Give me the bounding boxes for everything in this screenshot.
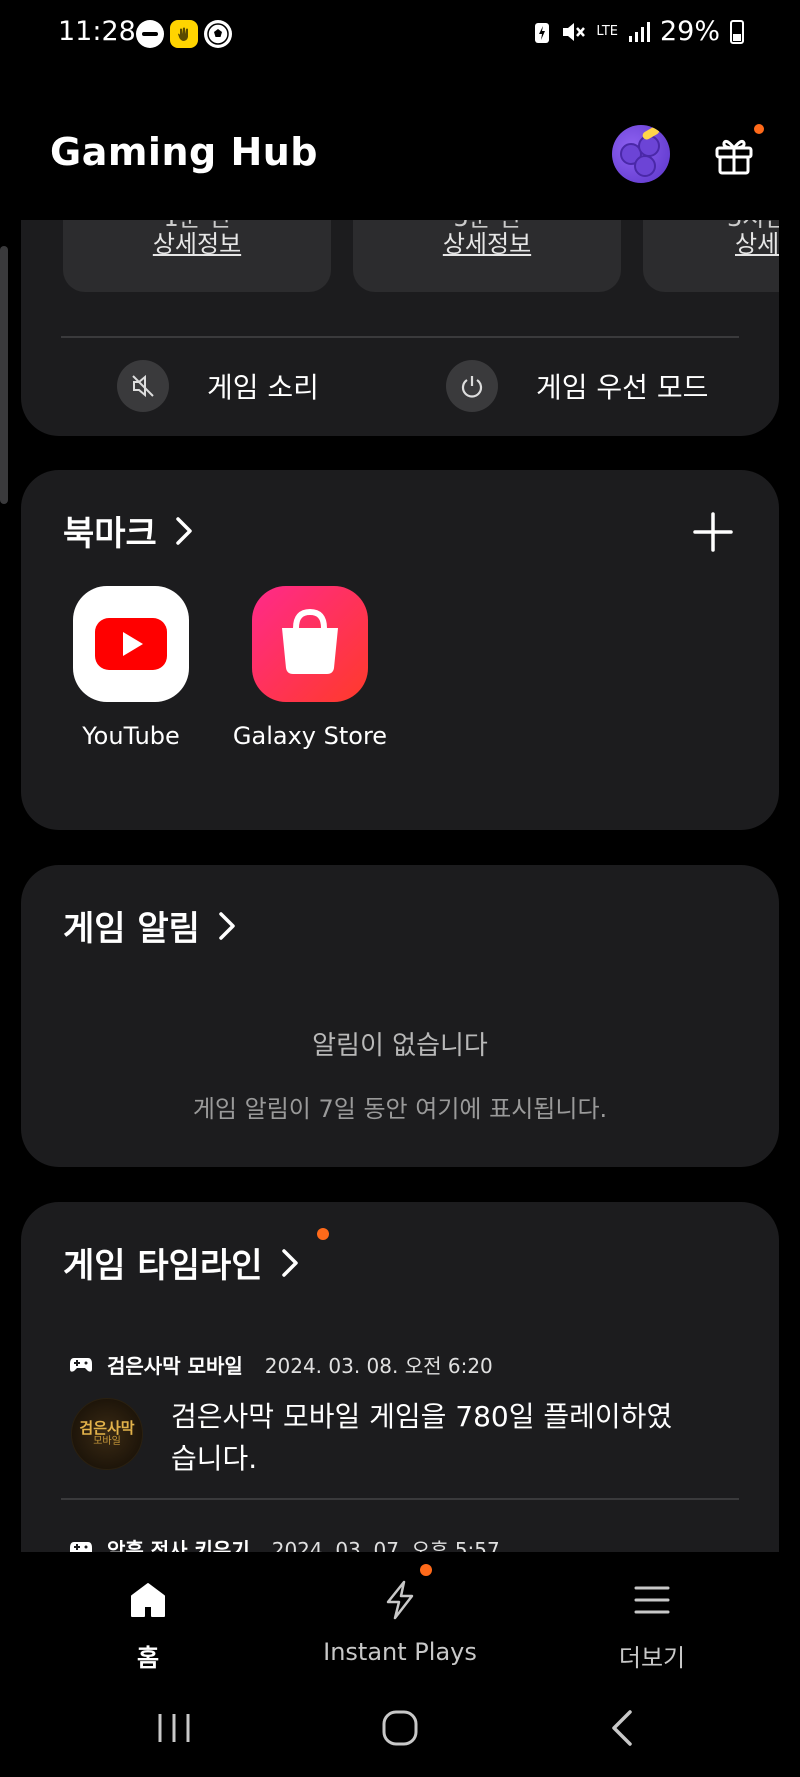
home-icon — [131, 1583, 165, 1617]
nav-instant-plays[interactable]: Instant Plays — [280, 1580, 520, 1666]
recent-apps-icon[interactable] — [152, 1708, 196, 1748]
battery-icon — [730, 19, 744, 44]
chevron-right-icon — [176, 516, 192, 545]
game-notifications-card: 게임 알림 알림이 없습니다 게임 알림이 7일 동안 여기에 표시됩니다. — [21, 865, 779, 1167]
soccer-ball-icon — [204, 20, 232, 48]
recent-game-tile[interactable]: 5분 전 상세정보 — [353, 220, 621, 292]
lte-icon: LTE — [596, 23, 618, 39]
home-button-icon[interactable] — [378, 1708, 422, 1748]
status-notification-icons — [136, 20, 232, 48]
back-icon[interactable] — [602, 1708, 646, 1748]
gamepad-icon — [70, 1357, 92, 1372]
details-link[interactable]: 상세정보 — [63, 224, 331, 259]
signal-icon — [628, 21, 650, 42]
game-sound-toggle[interactable]: 게임 소리 — [117, 360, 319, 412]
recent-game-tile[interactable]: 3시간 상세정 — [643, 220, 779, 292]
divider — [61, 336, 739, 338]
avatar[interactable] — [612, 125, 670, 183]
chevron-right-icon — [219, 911, 235, 940]
bookmark-youtube[interactable]: YouTube — [51, 586, 211, 750]
youtube-icon — [73, 586, 189, 702]
empty-state-title: 알림이 없습니다 — [312, 1031, 488, 1061]
nav-home[interactable]: 홈 — [28, 1580, 268, 1673]
battery-percent: 29% — [659, 16, 720, 47]
galaxy-store-icon — [252, 586, 368, 702]
notifications-title: 게임 알림 — [63, 909, 200, 949]
bookmarks-header[interactable]: 북마크 — [63, 506, 193, 555]
battery-saver-icon — [535, 22, 550, 43]
timeline-notification-dot — [317, 1228, 329, 1240]
bottom-navigation: 홈 Instant Plays 더보기 — [0, 1552, 800, 1672]
status-system-icons: LTE 29% — [534, 16, 744, 47]
app-title: Gaming Hub — [50, 130, 318, 174]
timeline-item-header: 검은사막 모바일 2024. 03. 08. 오전 6:20 — [69, 1350, 493, 1379]
chevron-right-icon — [281, 1248, 298, 1277]
nav-more[interactable]: 더보기 — [532, 1580, 772, 1673]
details-link[interactable]: 상세정 — [735, 224, 779, 259]
game-sound-label: 게임 소리 — [207, 371, 319, 404]
thumbnail-title: 검은사막 — [79, 1419, 135, 1437]
system-navigation-bar — [0, 1680, 800, 1777]
recent-games-card: 1분 전 상세정보 5분 전 상세정보 3시간 상세정 게임 소리 게임 우선 … — [21, 220, 779, 436]
add-bookmark-icon[interactable] — [691, 510, 735, 554]
hand-icon — [170, 20, 198, 48]
app-header: Gaming Hub — [0, 100, 800, 220]
game-timeline-card: 게임 타임라인 검은사막 모바일 2024. 03. 08. 오전 6:20 검… — [21, 1202, 779, 1562]
timeline-game-name: 검은사막 모바일 — [107, 1354, 243, 1378]
thumbnail-subtitle: 모바일 — [93, 1436, 121, 1447]
mute-icon — [563, 22, 586, 41]
timeline-title: 게임 타임라인 — [63, 1246, 263, 1286]
empty-state-subtitle: 게임 알림이 7일 동안 여기에 표시됩니다. — [192, 1095, 608, 1123]
notifications-header[interactable]: 게임 알림 — [63, 901, 236, 950]
timeline-header[interactable]: 게임 타임라인 — [63, 1238, 299, 1287]
app-name: YouTube — [82, 722, 180, 750]
recent-game-tile[interactable]: 1분 전 상세정보 — [63, 220, 331, 292]
edge-panel-handle[interactable] — [0, 246, 8, 504]
details-link[interactable]: 상세정보 — [353, 224, 621, 259]
status-time: 11:28 — [58, 16, 136, 47]
game-priority-toggle[interactable]: 게임 우선 모드 — [446, 360, 708, 412]
bookmarks-title: 북마크 — [63, 514, 157, 554]
power-icon — [446, 360, 498, 412]
gift-notification-dot — [754, 124, 764, 134]
nav-instant-plays-label: Instant Plays — [323, 1638, 477, 1666]
timeline-entry-text[interactable]: 검은사막 모바일 게임을 780일 플레이하였습니다. — [171, 1396, 691, 1480]
menu-icon — [634, 1586, 670, 1614]
mute-icon — [117, 360, 169, 412]
lightning-icon — [386, 1580, 414, 1620]
game-thumbnail[interactable]: 검은사막 모바일 — [71, 1398, 143, 1470]
instant-plays-notification-dot — [420, 1564, 432, 1576]
game-priority-label: 게임 우선 모드 — [536, 371, 709, 404]
divider — [61, 1498, 739, 1500]
minus-circle-icon — [136, 20, 164, 48]
bookmark-galaxy-store[interactable]: Galaxy Store — [230, 586, 390, 750]
bookmarks-card: 북마크 YouTube Galaxy Store — [21, 470, 779, 830]
app-name: Galaxy Store — [232, 722, 388, 750]
timeline-date: 2024. 03. 08. 오전 6:20 — [264, 1354, 493, 1378]
nav-home-label: 홈 — [136, 1644, 160, 1672]
status-bar: 11:28 LTE 29% — [0, 0, 800, 70]
nav-more-label: 더보기 — [618, 1644, 686, 1672]
gift-icon[interactable] — [714, 134, 754, 176]
